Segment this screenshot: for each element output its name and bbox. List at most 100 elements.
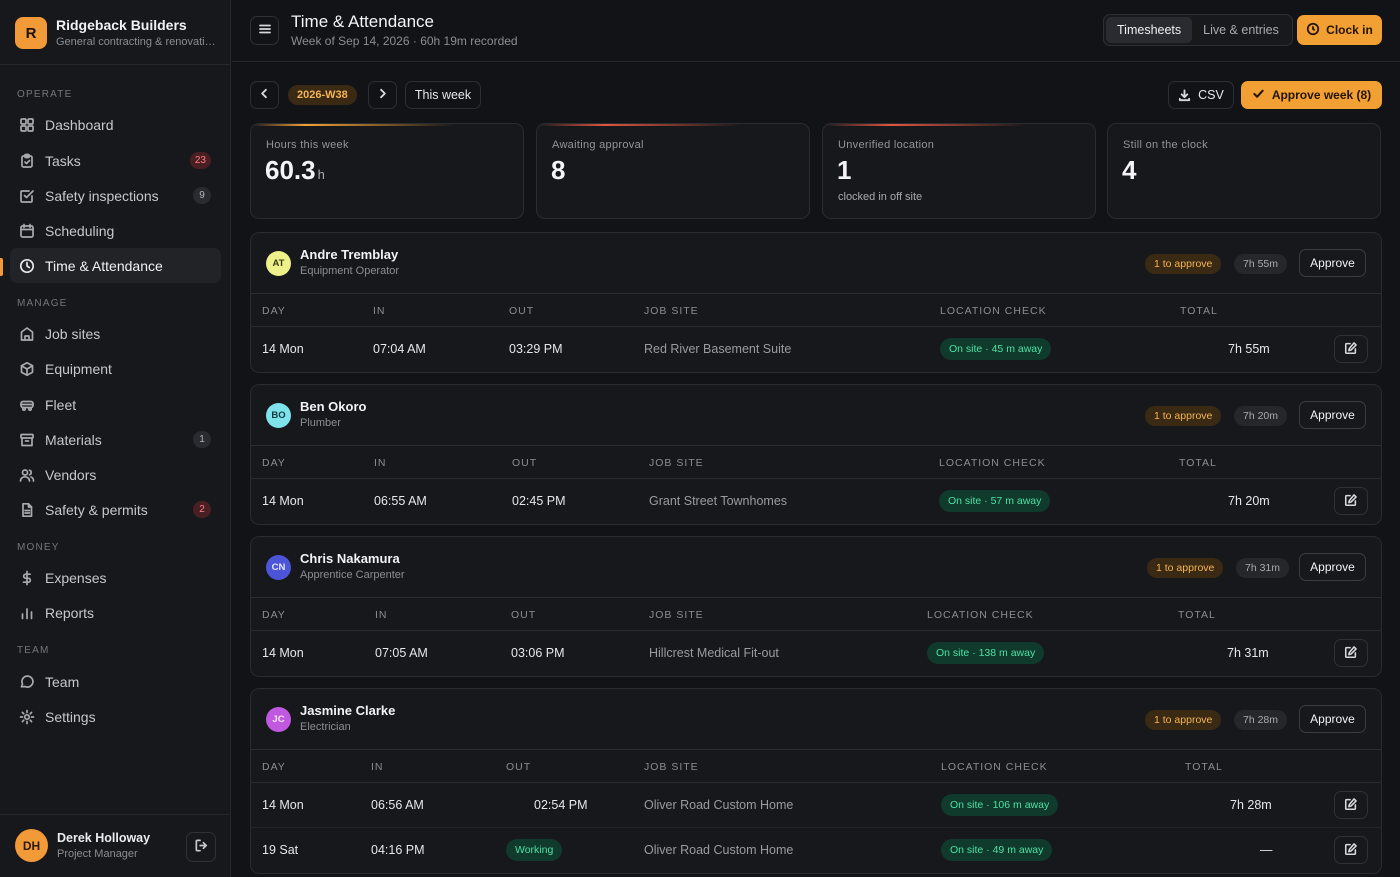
cell-out: 03:29 PM (509, 342, 563, 356)
employee-card: BO Ben Okoro Plumber 1 to approve 7h 20m… (250, 384, 1382, 525)
user-profile[interactable]: DH Derek Holloway Project Manager (15, 829, 150, 862)
sidebar-item-tasks[interactable]: Tasks 23 (10, 143, 221, 178)
cell-in: 06:55 AM (374, 494, 427, 508)
cell-day: 19 Sat (262, 843, 299, 857)
column-header-out: OUT (512, 457, 538, 469)
column-header-total: TOTAL (1178, 609, 1216, 621)
cell-day: 14 Mon (262, 646, 304, 660)
logout-button[interactable] (186, 832, 216, 862)
approve-week-button[interactable]: Approve week (8) (1241, 81, 1382, 109)
edit-entry-button[interactable] (1334, 335, 1368, 363)
location-badge: On site · 45 m away (940, 338, 1052, 360)
stat-label: Hours this week (266, 139, 349, 151)
employee-card: AT Andre Tremblay Equipment Operator 1 t… (250, 232, 1382, 373)
sidebar-item-label: Scheduling (45, 222, 115, 239)
column-header-job-site: JOB SITE (644, 305, 699, 317)
clock-in-button[interactable]: Clock in (1297, 15, 1382, 45)
tab-live-entries[interactable]: Live & entries (1192, 17, 1290, 43)
clock-in-label: Clock in (1326, 23, 1373, 37)
count-badge: 2 (193, 501, 211, 518)
sidebar-item-time-attendance[interactable]: Time & Attendance (10, 248, 221, 283)
cell-total: 7h 28m (1230, 798, 1272, 812)
approve-button[interactable]: Approve (1299, 705, 1366, 733)
calendar-icon (19, 223, 35, 239)
stat-label: Unverified location (838, 139, 935, 151)
divider (0, 814, 231, 815)
stat-card-unverified: Unverified location 1 clocked in off sit… (822, 123, 1096, 219)
sidebar-item-label: Settings (45, 708, 96, 725)
edit-icon (1344, 797, 1358, 814)
page-header: Time & Attendance Week of Sep 14, 2026 ·… (232, 0, 1400, 62)
stat-unit: h (317, 167, 325, 182)
table-header: DAY IN OUT JOB SITE LOCATION CHECK TOTAL (251, 598, 1381, 631)
this-week-button[interactable]: This week (405, 81, 481, 109)
column-header-day: DAY (262, 305, 286, 317)
sidebar-item-settings[interactable]: Settings (10, 699, 221, 734)
sidebar-item-scheduling[interactable]: Scheduling (10, 213, 221, 248)
cell-in: 06:56 AM (371, 798, 424, 812)
csv-label: CSV (1198, 88, 1224, 102)
truck-icon (19, 397, 35, 413)
sidebar-item-job-sites[interactable]: Job sites (10, 316, 221, 351)
hours-badge: 7h 55m (1234, 254, 1288, 274)
approve-button[interactable]: Approve (1299, 401, 1366, 429)
column-header-total: TOTAL (1185, 761, 1223, 773)
hours-badge: 7h 28m (1234, 710, 1288, 730)
divider (0, 64, 231, 65)
dollar-icon (19, 570, 35, 586)
card-accent (251, 124, 523, 126)
column-header-location-check: LOCATION CHECK (940, 305, 1047, 317)
menu-toggle-button[interactable] (250, 16, 279, 45)
sidebar-item-team[interactable]: Team (10, 664, 221, 699)
sidebar-item-reports[interactable]: Reports (10, 595, 221, 630)
approve-button[interactable]: Approve (1299, 249, 1366, 277)
sidebar-item-safety-inspections[interactable]: Safety inspections 9 (10, 178, 221, 213)
stat-note: clocked in off site (838, 191, 923, 203)
card-accent (537, 124, 809, 126)
edit-entry-button[interactable] (1334, 836, 1368, 864)
sidebar-item-dashboard[interactable]: Dashboard (10, 107, 221, 142)
hours-badge: 7h 31m (1236, 558, 1290, 578)
tab-timesheets[interactable]: Timesheets (1106, 17, 1193, 43)
employee-role: Electrician (300, 721, 351, 733)
cell-job-site: Hillcrest Medical Fit-out (649, 646, 779, 660)
previous-week-button[interactable] (250, 81, 279, 109)
avatar: AT (266, 251, 291, 276)
stat-label: Awaiting approval (552, 139, 644, 151)
location-badge: On site · 57 m away (939, 490, 1051, 512)
sidebar-item-expenses[interactable]: Expenses (10, 560, 221, 595)
sidebar-item-label: Safety & permits (45, 501, 148, 518)
cell-out: 03:06 PM (511, 646, 565, 660)
logout-icon (194, 838, 209, 856)
column-header-out: OUT (511, 609, 537, 621)
sidebar-item-materials[interactable]: Materials 1 (10, 422, 221, 457)
column-header-job-site: JOB SITE (649, 609, 704, 621)
approve-button[interactable]: Approve (1299, 553, 1366, 581)
cell-total: — (1260, 843, 1273, 857)
sidebar-item-safety-permits[interactable]: Safety & permits 2 (10, 492, 221, 527)
sidebar-item-label: Tasks (45, 152, 81, 169)
employee-header: BO Ben Okoro Plumber 1 to approve 7h 20m… (251, 385, 1381, 446)
cell-out: 02:54 PM (534, 798, 588, 812)
sidebar-item-fleet[interactable]: Fleet (10, 387, 221, 422)
cell-job-site: Grant Street Townhomes (649, 494, 788, 508)
edit-entry-button[interactable] (1334, 791, 1368, 819)
brand[interactable]: R Ridgeback Builders General contracting… (15, 16, 216, 50)
employee-card: JC Jasmine Clarke Electrician 1 to appro… (250, 688, 1382, 874)
next-week-button[interactable] (368, 81, 397, 109)
employee-name: Andre Tremblay (300, 247, 399, 262)
column-header-in: IN (375, 609, 388, 621)
employee-header: CN Chris Nakamura Apprentice Carpenter 1… (251, 537, 1381, 598)
sidebar-item-equipment[interactable]: Equipment (10, 351, 221, 386)
employee-role: Plumber (300, 417, 341, 429)
column-header-job-site: JOB SITE (644, 761, 699, 773)
sidebar-item-vendors[interactable]: Vendors (10, 457, 221, 492)
csv-export-button[interactable]: CSV (1168, 81, 1234, 109)
clock-icon (19, 258, 35, 274)
checkbox-icon (19, 188, 35, 204)
cell-total: 7h 55m (1228, 342, 1270, 356)
avatar: CN (266, 555, 291, 580)
edit-entry-button[interactable] (1334, 639, 1368, 667)
column-header-day: DAY (262, 457, 286, 469)
edit-entry-button[interactable] (1334, 487, 1368, 515)
